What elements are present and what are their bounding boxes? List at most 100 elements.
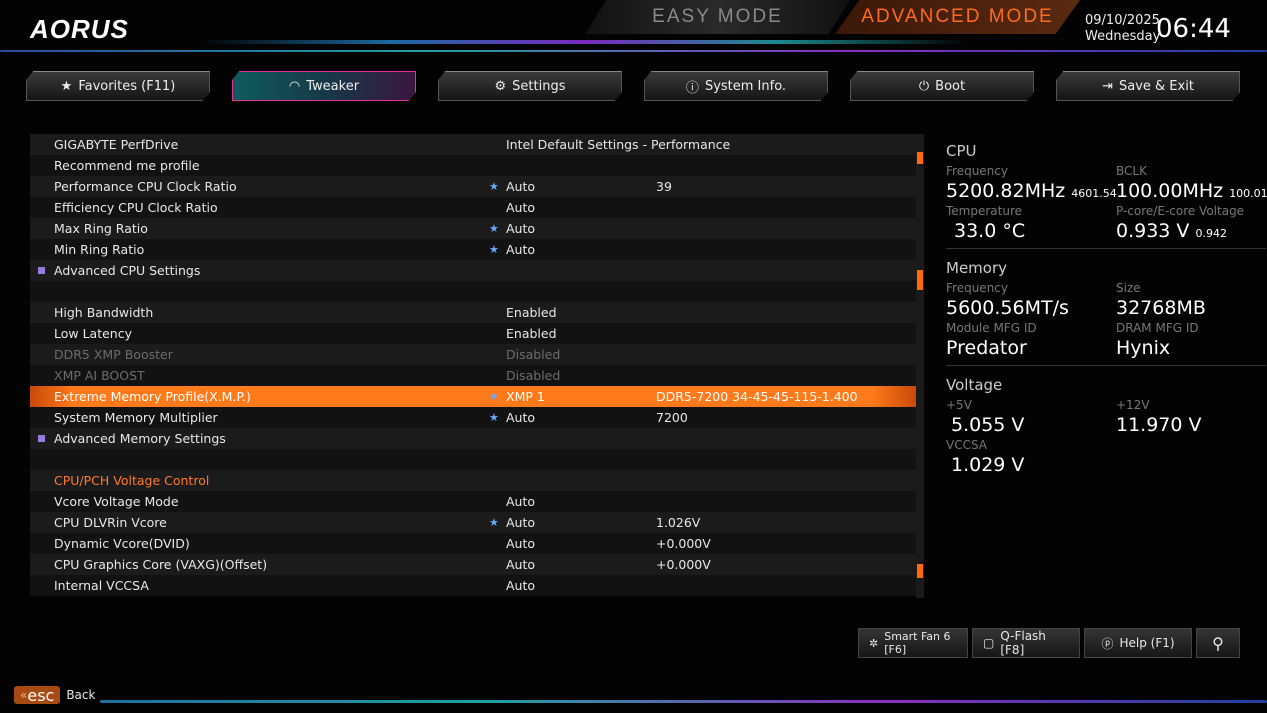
esc-back-button[interactable]: «esc Back (14, 686, 95, 704)
v12-value: 11.970 V (1116, 414, 1266, 436)
tab-boot[interactable]: ⏻ Boot (850, 71, 1034, 101)
memory-frequency: 5600.56MT/s (946, 297, 1116, 319)
section-title: Memory (946, 259, 1266, 277)
setting-value: Disabled (506, 347, 560, 362)
setting-name: CPU Graphics Core (VAXG)(Offset) (54, 557, 267, 572)
label: +12V (1116, 398, 1266, 412)
setting-name: Vcore Voltage Mode (54, 494, 179, 509)
bclk: 100.00MHz (1116, 180, 1223, 202)
setting-current-value: +0.000V (656, 536, 711, 551)
label: Frequency (946, 164, 1116, 178)
scrollbar[interactable] (916, 134, 924, 598)
setting-row[interactable]: Min Ring Ratio★Auto (30, 239, 916, 260)
power-icon: ⏻ (919, 79, 929, 94)
section-title: Voltage (946, 376, 1266, 394)
tab-system-info[interactable]: ⓘSystem Info. (644, 71, 828, 101)
setting-row[interactable]: CPU Graphics Core (VAXG)(Offset) Auto +0.0… (30, 554, 916, 575)
help-button[interactable]: ⓟ Help (F1) (1084, 628, 1192, 658)
setting-row[interactable]: DDR5 XMP Booster Disabled (30, 344, 916, 365)
setting-name: Advanced CPU Settings (54, 263, 200, 278)
setting-value: XMP 1 (506, 389, 545, 404)
back-label: Back (66, 688, 95, 702)
setting-name: Extreme Memory Profile(X.M.P.) (54, 389, 251, 404)
cpu-voltage: 0.933 V (1116, 220, 1189, 242)
setting-value: Enabled (506, 305, 557, 320)
exit-icon: ⇥ (1102, 79, 1113, 94)
setting-value: Auto (506, 410, 535, 425)
label: VCCSA (946, 438, 1116, 452)
bclk-sub: 100.01 (1229, 187, 1267, 200)
easy-mode-button[interactable]: EASY MODE (585, 0, 850, 34)
setting-row[interactable]: Efficiency CPU Clock RatioAuto (30, 197, 916, 218)
setting-row[interactable]: Advanced Memory Settings (30, 428, 916, 449)
setting-value: Auto (506, 515, 535, 530)
setting-row[interactable]: Low Latency Enabled (30, 323, 916, 344)
setting-row[interactable]: Internal VCCSAAuto (30, 575, 916, 596)
setting-row[interactable]: Performance CPU Clock Ratio★Auto39 (30, 176, 916, 197)
label: Module MFG ID (946, 321, 1116, 335)
info-icon: ⓘ (686, 77, 699, 96)
help-icon: ⓟ (1101, 635, 1113, 652)
setting-name: Recommend me profile (54, 158, 200, 173)
setting-row[interactable]: Advanced CPU Settings (30, 260, 916, 281)
setting-current-value: +0.000V (656, 557, 711, 572)
setting-value: Enabled (506, 326, 557, 341)
tab-label: Boot (935, 79, 965, 94)
label: Size (1116, 281, 1266, 295)
decor-stripe (100, 700, 1267, 703)
advanced-mode-button[interactable]: ADVANCED MODE (835, 0, 1080, 34)
setting-row[interactable]: Vcore Voltage ModeAuto (30, 491, 916, 512)
setting-name: Max Ring Ratio (54, 221, 148, 236)
setting-value: Auto (506, 179, 535, 194)
decor-stripe (200, 40, 967, 44)
setting-row (30, 281, 916, 302)
setting-name: Min Ring Ratio (54, 242, 144, 257)
star-icon: ★ (489, 243, 499, 256)
setting-name: XMP AI BOOST (54, 368, 145, 383)
setting-name: DDR5 XMP Booster (54, 347, 173, 362)
setting-value: Auto (506, 536, 535, 551)
label: Frequency (946, 281, 1116, 295)
qflash-button[interactable]: ▢Q-Flash [F8] (972, 628, 1080, 658)
tab-label: Save & Exit (1119, 79, 1194, 94)
tab-favorites[interactable]: ★ Favorites (F11) (26, 71, 210, 101)
label: DRAM MFG ID (1116, 321, 1266, 335)
tab-tweaker[interactable]: ◠Tweaker (232, 71, 416, 101)
setting-name: CPU DLVRin Vcore (54, 515, 167, 530)
setting-value: Intel Default Settings - Performance (506, 137, 730, 152)
tab-save-exit[interactable]: ⇥ Save & Exit (1056, 71, 1240, 101)
button-label: Q-Flash [F8] (1000, 629, 1069, 657)
setting-name: High Bandwidth (54, 305, 153, 320)
star-folder-icon: ★ (61, 79, 73, 94)
setting-current-value: 7200 (656, 410, 688, 425)
setting-name: Low Latency (54, 326, 132, 341)
setting-value: Auto (506, 200, 535, 215)
setting-row[interactable]: CPU DLVRin Vcore★Auto1.026V (30, 512, 916, 533)
setting-row[interactable]: Extreme Memory Profile(X.M.P.)★XMP 1DDR5… (30, 386, 916, 407)
setting-row[interactable]: Dynamic Vcore(DVID)Auto+0.000V (30, 533, 916, 554)
setting-name: Internal VCCSA (54, 578, 149, 593)
chevrons-left-icon: « (20, 688, 27, 702)
button-label: Help (F1) (1119, 636, 1174, 650)
aorus-logo: AORUS (30, 14, 129, 45)
tab-label: Favorites (F11) (78, 79, 175, 94)
smart-fan-button[interactable]: ✲Smart Fan 6 [F6] (858, 628, 968, 658)
setting-row[interactable]: System Memory Multiplier★Auto7200 (30, 407, 916, 428)
setting-value: Auto (506, 557, 535, 572)
setting-row[interactable]: Max Ring Ratio★Auto (30, 218, 916, 239)
label: BCLK (1116, 164, 1266, 178)
search-button[interactable]: ⚲ (1196, 628, 1240, 658)
setting-row[interactable]: GIGABYTE PerfDriveIntel Default Settings… (30, 134, 916, 155)
setting-name: System Memory Multiplier (54, 410, 218, 425)
tab-settings[interactable]: ⚙Settings (438, 71, 622, 101)
setting-row[interactable]: High Bandwidth Enabled (30, 302, 916, 323)
setting-row (30, 449, 916, 470)
main-tabs: ★ Favorites (F11) ◠Tweaker ⚙Settings ⓘSys… (26, 71, 1240, 101)
setting-current-value: DDR5-7200 34-45-45-115-1.400 (656, 389, 858, 404)
setting-row[interactable]: Recommend me profile (30, 155, 916, 176)
setting-row[interactable]: XMP AI BOOST Disabled (30, 365, 916, 386)
cpu-temperature: 33.0 °C (946, 220, 1116, 242)
cpu-voltage-sub: 0.942 (1195, 227, 1227, 240)
setting-value: Disabled (506, 368, 560, 383)
tab-label: Tweaker (306, 79, 359, 94)
